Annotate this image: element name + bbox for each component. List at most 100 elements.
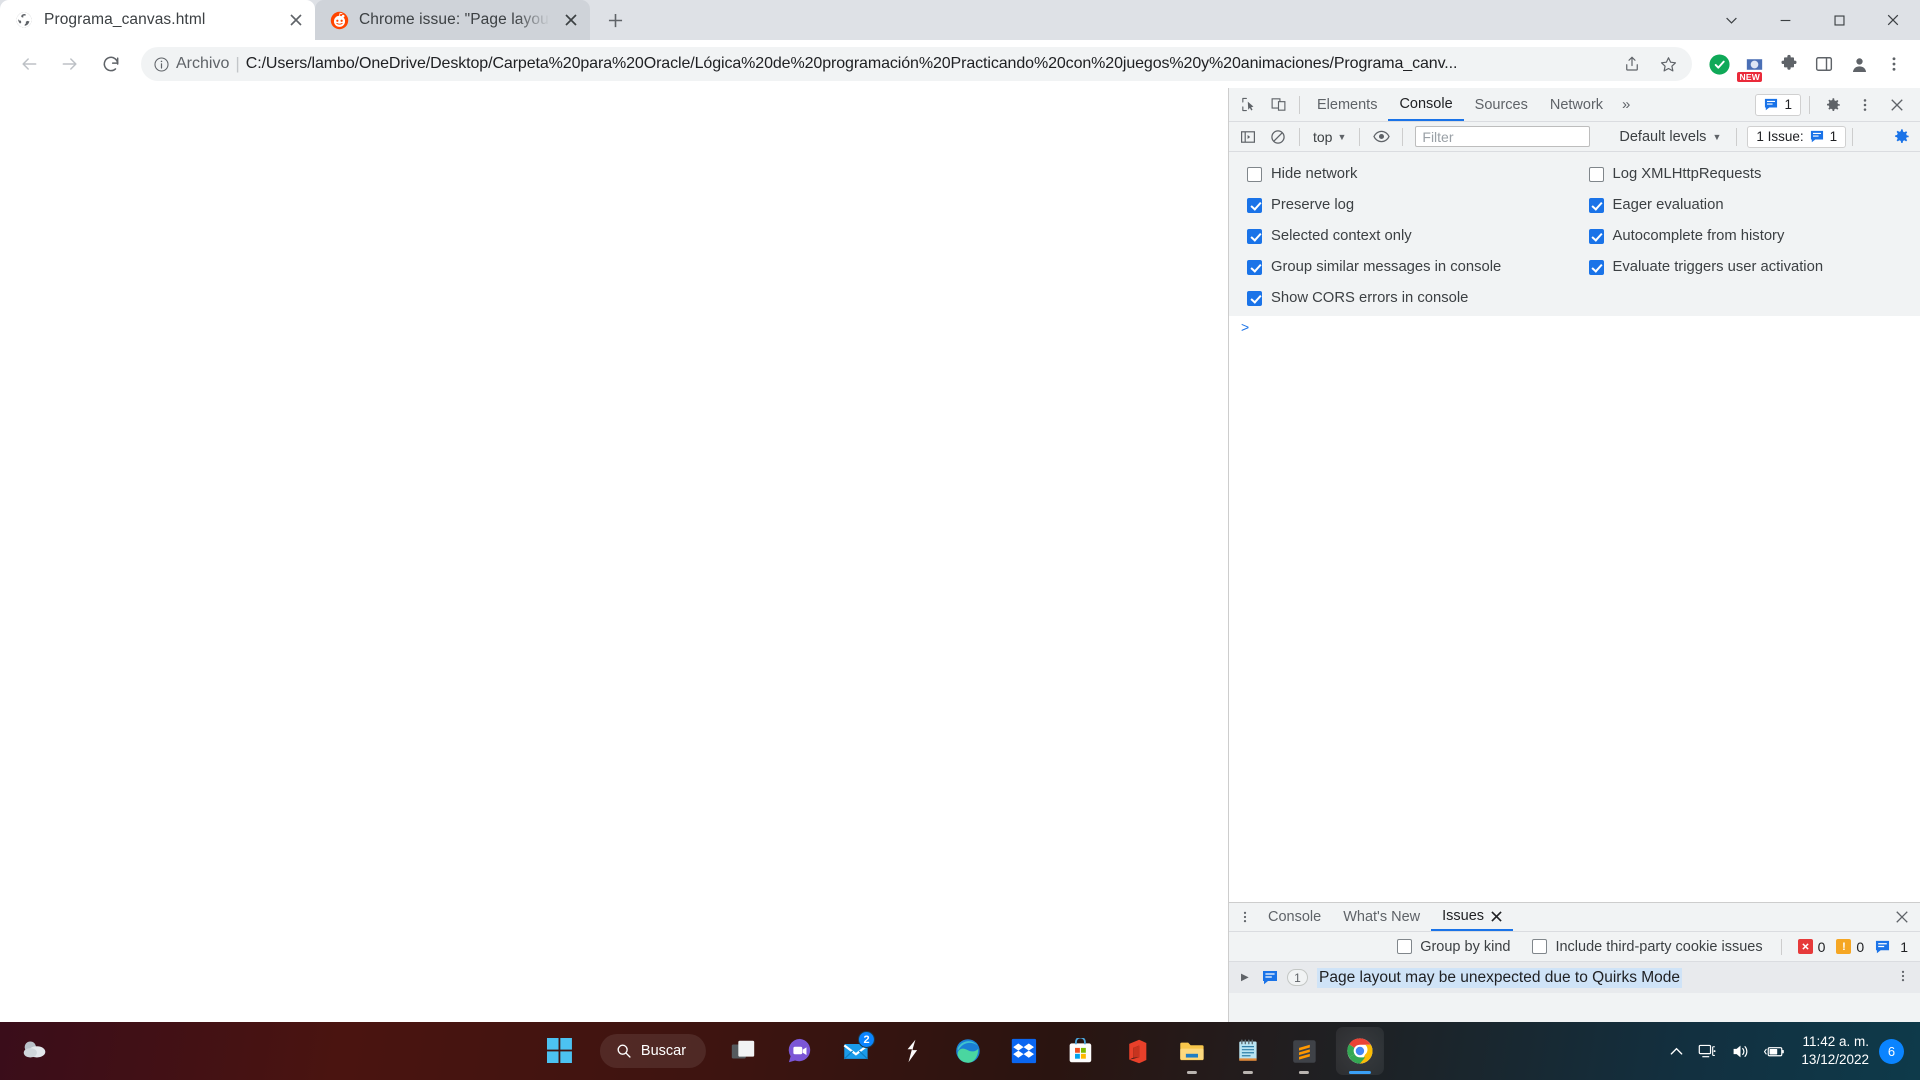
checkbox[interactable] — [1247, 166, 1262, 182]
lightning-s-icon[interactable] — [888, 1027, 936, 1075]
triangle-right-icon[interactable]: ▶ — [1241, 972, 1253, 983]
back-arrow-icon[interactable] — [10, 45, 48, 83]
dropbox-icon[interactable] — [1000, 1027, 1048, 1075]
profile-avatar-icon[interactable] — [1843, 48, 1875, 80]
close-button[interactable] — [1866, 0, 1920, 40]
checkbox[interactable] — [1247, 290, 1262, 306]
log-levels-select[interactable]: Default levels ▼ — [1610, 129, 1730, 145]
console-output-area[interactable]: > Console What's New Issues Group by kin… — [1229, 316, 1920, 1022]
execution-context-select[interactable]: top ▼ — [1306, 129, 1353, 145]
setting-show-cors-errors[interactable]: Show CORS errors in console — [1233, 290, 1575, 306]
drawer-tab-close-icon[interactable] — [1491, 910, 1502, 922]
setting-label: Selected context only — [1271, 228, 1412, 244]
minimize-button[interactable] — [1758, 0, 1812, 40]
checkbox[interactable] — [1532, 939, 1548, 954]
file-explorer-icon[interactable] — [1168, 1027, 1216, 1075]
console-issues-button[interactable]: 1 Issue: 1 — [1747, 125, 1847, 148]
microsoft-edge-icon[interactable] — [944, 1027, 992, 1075]
setting-preserve-log[interactable]: Preserve log — [1233, 197, 1575, 213]
tab-search-chevron-icon[interactable] — [1704, 0, 1758, 40]
issue-list-item[interactable]: ▶ 1 Page layout may be unexpected due to… — [1229, 962, 1920, 993]
taskbar-clock[interactable]: 11:42 a. m. 13/12/2022 — [1793, 1033, 1879, 1069]
extension-new-badge-icon[interactable]: NEW — [1737, 48, 1770, 82]
checkbox[interactable] — [1588, 259, 1604, 275]
share-icon[interactable] — [1616, 48, 1648, 80]
volume-icon[interactable] — [1724, 1027, 1757, 1075]
device-toolbar-icon[interactable] — [1263, 91, 1293, 119]
checkbox[interactable] — [1247, 259, 1262, 275]
browser-tab-1[interactable]: Chrome issue: "Page layout may — [315, 0, 590, 40]
weather-widget[interactable] — [20, 1034, 50, 1069]
show-hidden-icons-chevron[interactable] — [1662, 1027, 1691, 1075]
drawer-close-icon[interactable] — [1888, 910, 1916, 924]
devtools-tab-console[interactable]: Console — [1388, 88, 1464, 121]
notepad-icon[interactable] — [1224, 1027, 1272, 1075]
puzzle-piece-icon[interactable] — [1773, 48, 1805, 80]
setting-hide-network[interactable]: Hide network — [1233, 166, 1575, 182]
three-dot-menu-icon[interactable] — [1850, 91, 1880, 119]
checkbox[interactable] — [1588, 166, 1604, 182]
drawer-tab-issues[interactable]: Issues — [1431, 903, 1514, 931]
setting-evaluate-triggers-user-activation[interactable]: Evaluate triggers user activation — [1575, 259, 1917, 275]
inspect-element-icon[interactable] — [1233, 91, 1263, 119]
video-chat-icon[interactable] — [776, 1027, 824, 1075]
devtools-tab-elements[interactable]: Elements — [1306, 88, 1388, 121]
setting-autocomplete-from-history[interactable]: Autocomplete from history — [1575, 228, 1917, 244]
setting-log-xmlhttprequests[interactable]: Log XMLHttpRequests — [1575, 166, 1917, 182]
sublime-text-icon[interactable] — [1280, 1027, 1328, 1075]
issues-include-third-party-cookies[interactable]: Include third-party cookie issues — [1532, 939, 1763, 955]
setting-label: Eager evaluation — [1612, 197, 1724, 213]
more-tabs-icon[interactable]: » — [1614, 96, 1638, 113]
drawer-tab-console[interactable]: Console — [1257, 903, 1332, 931]
three-dot-menu-icon[interactable] — [1878, 48, 1910, 80]
issues-counter-button[interactable]: 1 — [1755, 93, 1801, 116]
info-circle-icon[interactable] — [153, 56, 170, 73]
checkbox[interactable] — [1588, 197, 1604, 213]
checkbox[interactable] — [1247, 197, 1262, 213]
network-icon[interactable] — [1691, 1027, 1724, 1075]
google-chrome-icon[interactable] — [1336, 1027, 1385, 1075]
browser-tab-0[interactable]: Programa_canvas.html — [0, 0, 315, 40]
issue-title[interactable]: Page layout may be unexpected due to Qui… — [1317, 967, 1683, 988]
issue-three-dot-menu-icon[interactable] — [1896, 969, 1910, 987]
gear-icon[interactable] — [1818, 91, 1848, 119]
windows-start-icon[interactable] — [536, 1027, 584, 1075]
battery-icon[interactable] — [1757, 1027, 1793, 1075]
green-extension-icon[interactable] — [1703, 48, 1735, 80]
console-settings-gear-icon[interactable] — [1886, 123, 1916, 151]
clear-console-icon[interactable] — [1263, 123, 1293, 151]
notification-count-badge[interactable]: 6 — [1879, 1038, 1904, 1064]
microsoft-store-icon[interactable] — [1056, 1027, 1104, 1075]
clock-time: 11:42 a. m. — [1802, 1033, 1869, 1049]
mail-icon[interactable]: 2 — [832, 1027, 880, 1075]
console-sidebar-icon[interactable] — [1233, 123, 1263, 151]
devtools-tab-sources[interactable]: Sources — [1464, 88, 1539, 121]
checkbox[interactable] — [1397, 939, 1413, 954]
side-panel-icon[interactable] — [1808, 48, 1840, 80]
forward-arrow-icon[interactable] — [51, 45, 89, 83]
tab-close-icon[interactable] — [560, 9, 582, 31]
console-filter-input[interactable]: Filter — [1415, 126, 1591, 147]
task-view-icon[interactable] — [720, 1027, 768, 1075]
new-tab-button[interactable] — [598, 3, 632, 37]
system-tray: 11:42 a. m. 13/12/2022 6 — [1662, 1027, 1910, 1075]
checkbox[interactable] — [1247, 228, 1262, 244]
drawer-tab-whats-new[interactable]: What's New — [1332, 903, 1431, 931]
reload-icon[interactable] — [92, 45, 130, 83]
tab-close-icon[interactable] — [285, 9, 307, 31]
close-icon[interactable] — [1882, 91, 1912, 119]
maximize-button[interactable] — [1812, 0, 1866, 40]
drawer-three-dot-menu-icon[interactable] — [1233, 910, 1257, 924]
live-expression-eye-icon[interactable] — [1366, 123, 1396, 151]
taskbar-search-box[interactable]: Buscar — [599, 1034, 707, 1068]
setting-eager-evaluation[interactable]: Eager evaluation — [1575, 197, 1917, 213]
microsoft-office-icon[interactable] — [1112, 1027, 1160, 1075]
devtools-tab-network[interactable]: Network — [1539, 88, 1614, 121]
console-prompt-row[interactable]: > — [1229, 316, 1920, 338]
setting-selected-context-only[interactable]: Selected context only — [1233, 228, 1575, 244]
setting-group-similar-messages[interactable]: Group similar messages in console — [1233, 259, 1575, 275]
star-icon[interactable] — [1652, 48, 1684, 80]
issues-group-by-kind[interactable]: Group by kind — [1397, 939, 1510, 955]
checkbox[interactable] — [1588, 228, 1604, 244]
address-bar[interactable]: Archivo | C:/Users/lambo/OneDrive/Deskto… — [141, 47, 1692, 81]
